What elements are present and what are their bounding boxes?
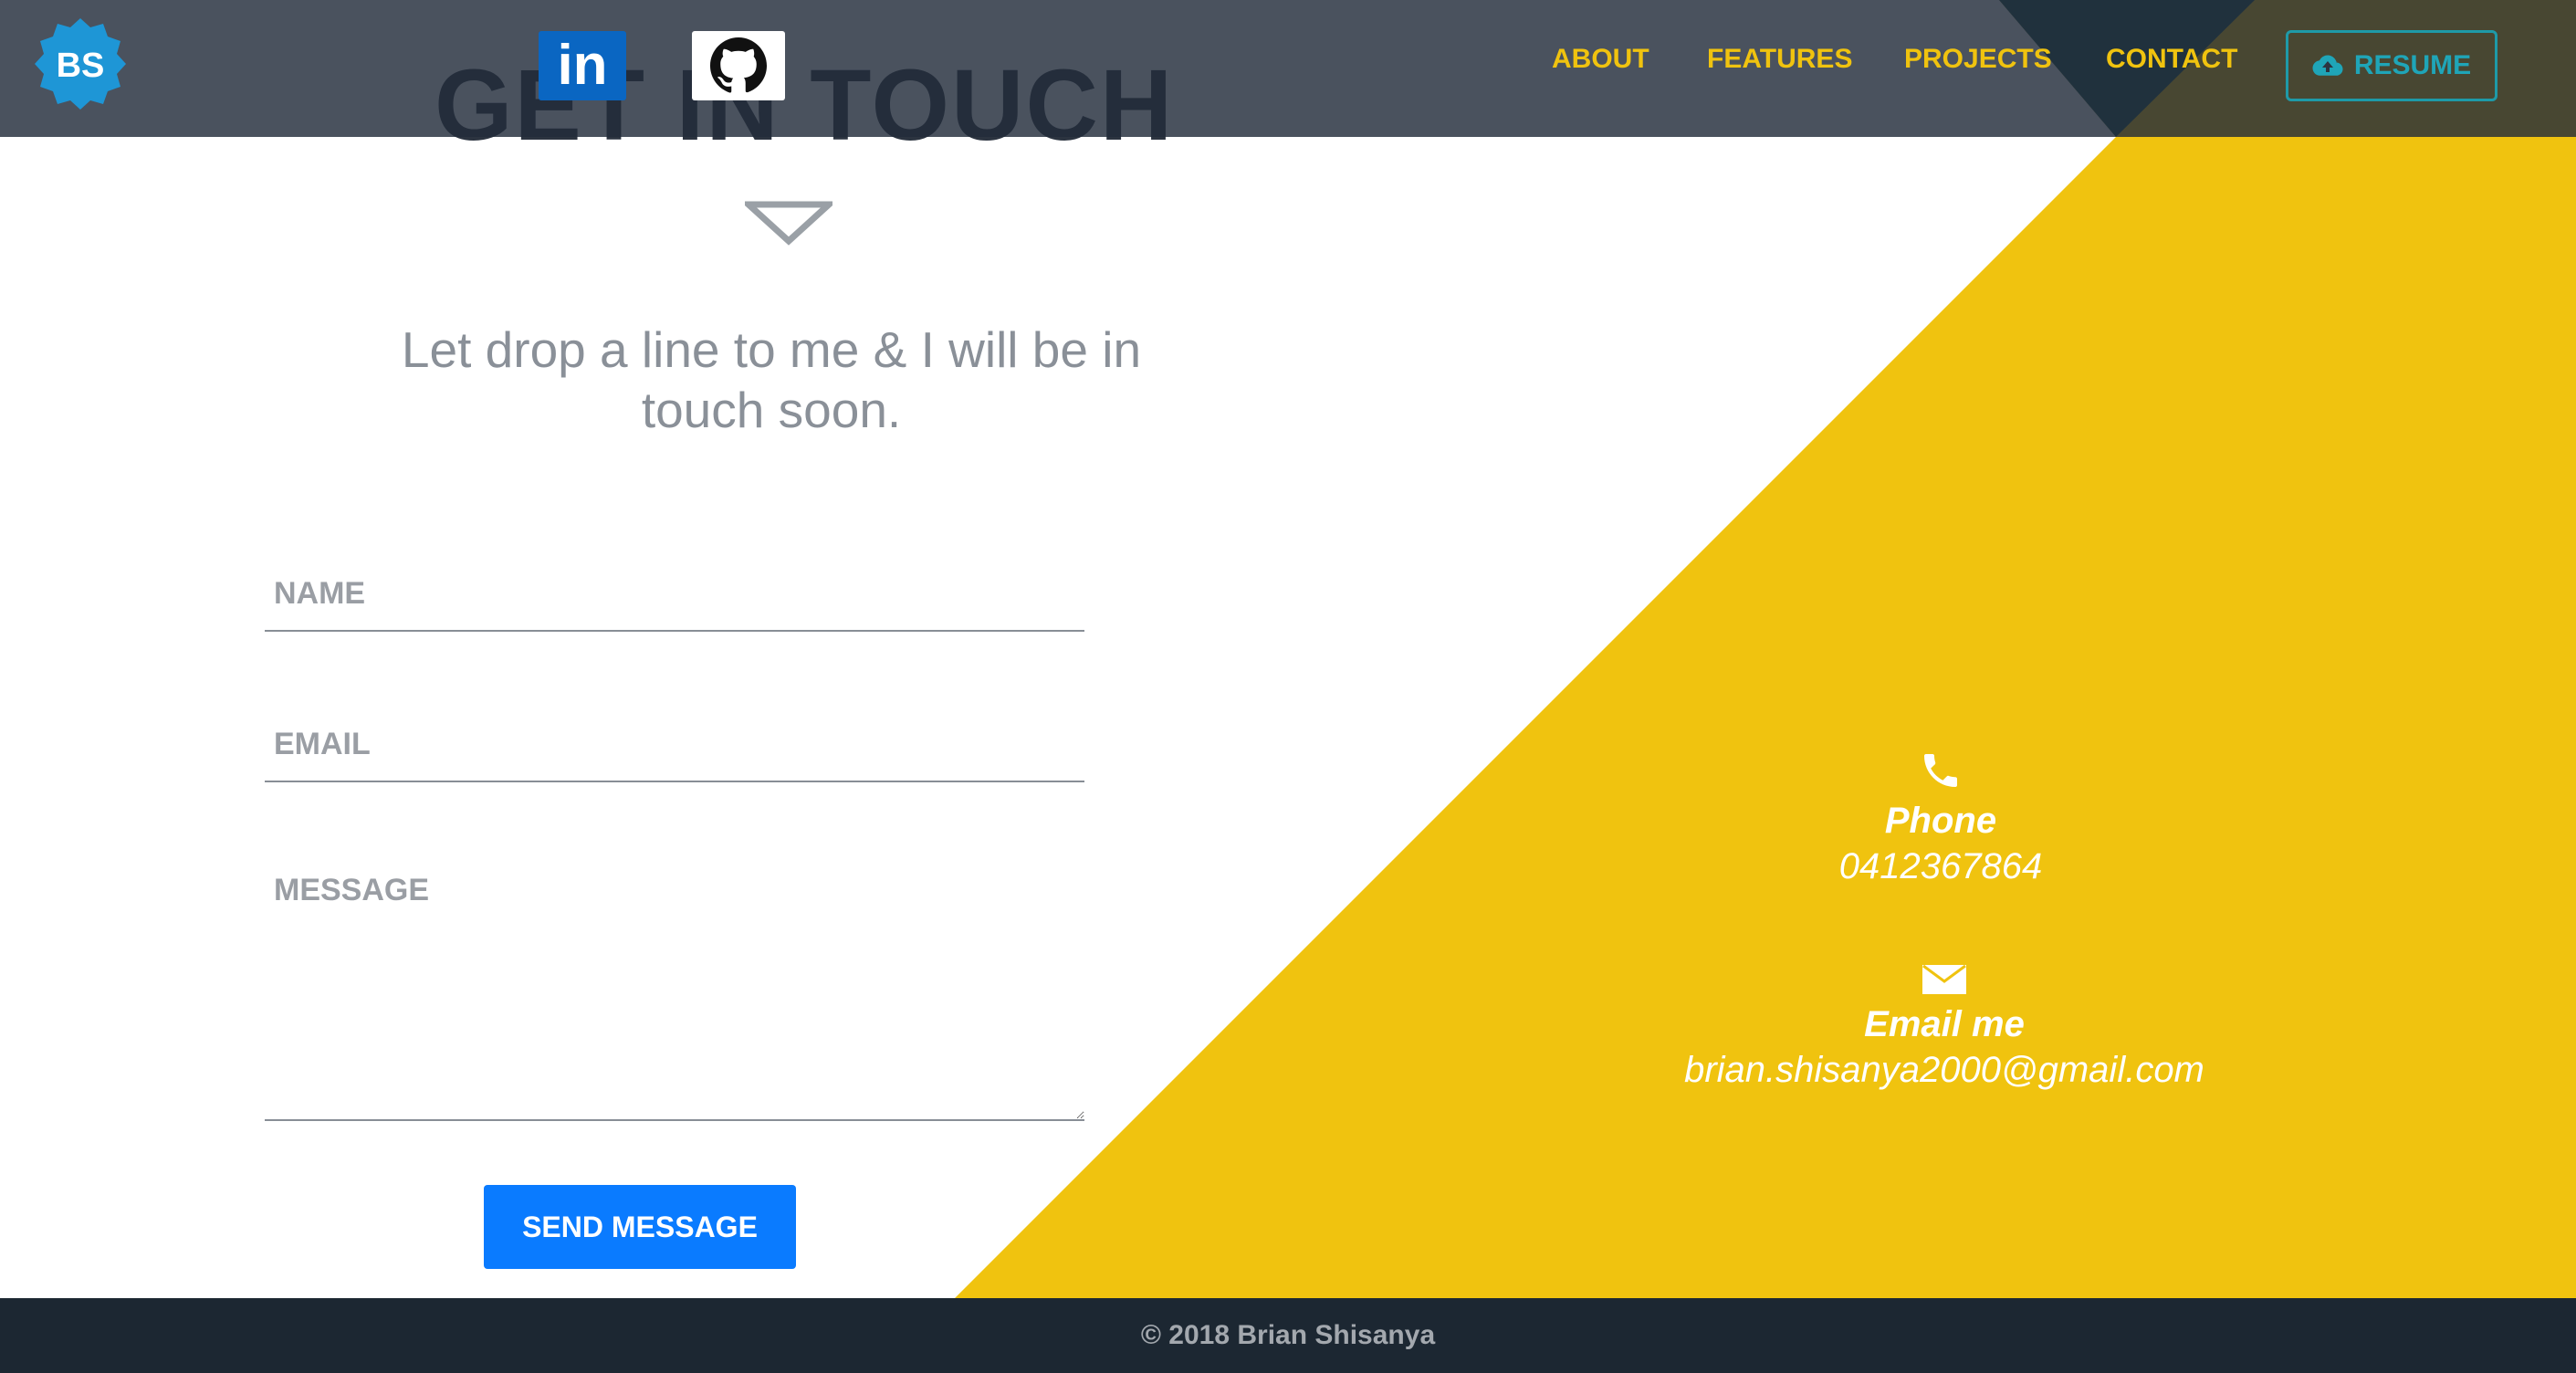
logo-badge-icon: BS (35, 18, 126, 110)
resume-button[interactable]: RESUME (2286, 30, 2497, 101)
phone-label: Phone (1884, 801, 1997, 841)
phone-icon (1924, 754, 1957, 787)
resume-label: RESUME (2353, 50, 2472, 80)
brand-logo[interactable]: BS (33, 16, 128, 116)
footer: © 2018 Brian Shisanya (0, 1298, 2576, 1373)
contact-tagline: Let drop a line to me & I will be in tou… (401, 321, 1142, 438)
top-navbar: BS in ABOUT FEATURES PROJECTS CONTACT RE… (0, 0, 2576, 137)
logo-text: BS (57, 47, 105, 85)
nav-features[interactable]: FEATURES (1707, 44, 1852, 75)
phone-value: 0412367864 (1838, 846, 2043, 886)
nav-projects[interactable]: PROJECTS (1904, 44, 2052, 75)
github-link[interactable] (692, 31, 785, 100)
footer-copyright: © 2018 Brian Shisanya (1140, 1320, 1436, 1350)
name-input[interactable] (265, 557, 1084, 632)
phone-contact: Phone 0412367864 (1804, 749, 2078, 889)
email-contact: Email me brian.shisanya2000@gmail.com (1652, 963, 2236, 1093)
linkedin-icon[interactable]: in (539, 31, 626, 100)
email-input[interactable] (265, 707, 1084, 782)
nav-contact[interactable]: CONTACT (2106, 44, 2237, 75)
triangle-down-icon (745, 201, 832, 246)
github-icon (710, 37, 767, 93)
send-message-button[interactable]: SEND MESSAGE (484, 1185, 796, 1269)
email-value[interactable]: brian.shisanya2000@gmail.com (1652, 1047, 2236, 1093)
mail-icon (1922, 964, 1966, 994)
email-label: Email me (1864, 1004, 2025, 1044)
message-textarea[interactable] (265, 867, 1084, 1121)
nav-about[interactable]: ABOUT (1552, 44, 1649, 75)
cloud-upload-icon (2312, 55, 2343, 76)
